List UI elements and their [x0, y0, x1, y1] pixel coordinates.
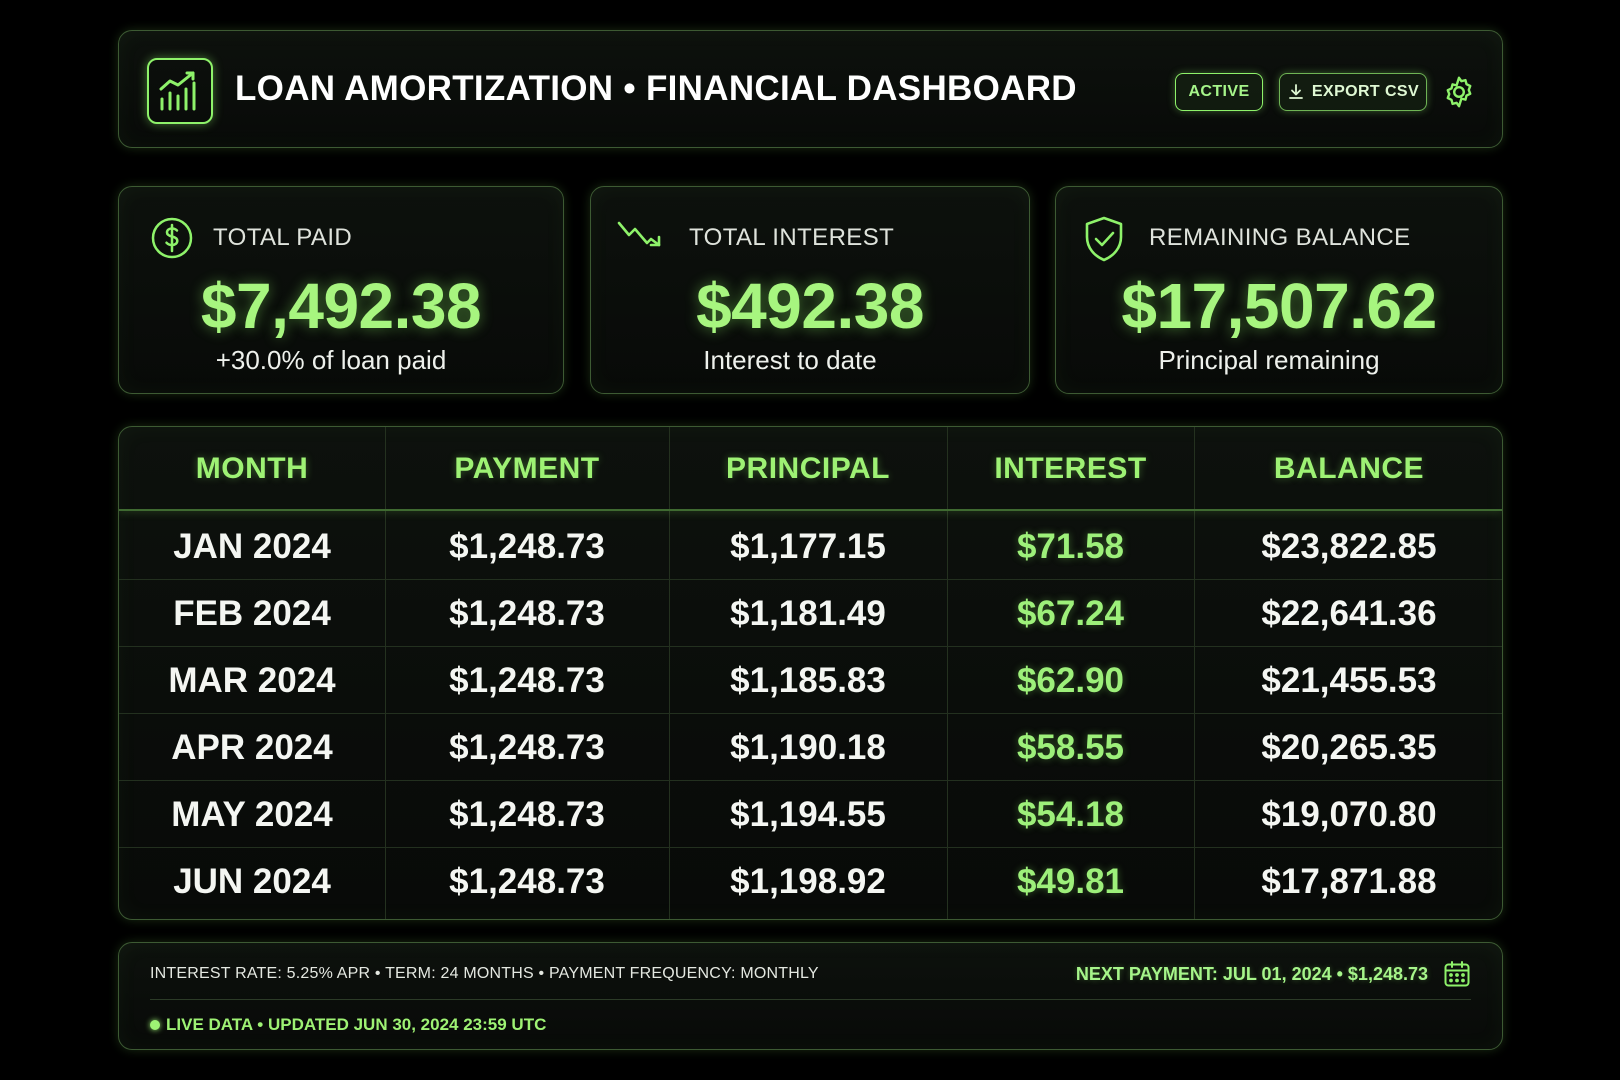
live-data-status: LIVE DATA • UPDATED JUN 30, 2024 23:59 U… [150, 1015, 546, 1035]
cell-principal: $1,185.83 [730, 661, 886, 700]
calendar-icon[interactable] [1442, 959, 1472, 989]
cell-month: APR 2024 [171, 728, 333, 767]
remaining-balance-sub: Principal remaining [1158, 345, 1380, 375]
cell-month: MAY 2024 [171, 795, 333, 834]
cell-payment: $1,248.73 [449, 661, 605, 700]
status-badge: ACTIVE [1175, 73, 1263, 111]
table-header: MONTH PAYMENT PRINCIPAL INTEREST BALANCE [119, 427, 1502, 511]
total-interest-label: TOTAL INTEREST [689, 224, 895, 251]
column-header-payment[interactable]: PAYMENT [385, 427, 669, 511]
table-row[interactable]: JAN 2024 $1,248.73 $1,177.15 $71.58 $23,… [119, 513, 1502, 580]
gear-icon[interactable] [1441, 74, 1477, 110]
cell-interest: $54.18 [1016, 795, 1125, 834]
shield-check-icon [1082, 215, 1128, 262]
column-header-balance[interactable]: BALANCE [1194, 427, 1502, 511]
next-payment-text: NEXT PAYMENT: JUL 01, 2024 • $1,248.73 [1075, 964, 1428, 984]
cell-month: MAR 2024 [168, 661, 336, 700]
download-icon [1289, 84, 1303, 99]
chart-growth-icon [147, 58, 213, 124]
cell-month: JAN 2024 [173, 527, 331, 566]
cell-payment: $1,248.73 [449, 862, 605, 901]
status-badge-label: ACTIVE [1188, 83, 1250, 100]
footer-bar: INTEREST RATE: 5.25% APR • TERM: 24 MONT… [118, 942, 1503, 1050]
cell-balance: $20,265.35 [1261, 728, 1437, 767]
column-header-interest[interactable]: INTEREST [947, 427, 1194, 511]
cell-payment: $1,248.73 [449, 527, 605, 566]
total-interest-sub: Interest to date [703, 345, 877, 375]
cell-principal: $1,194.55 [730, 795, 886, 834]
trend-down-icon [617, 215, 663, 261]
cell-balance: $19,070.80 [1261, 795, 1437, 834]
cell-balance: $17,871.88 [1261, 862, 1437, 901]
cell-principal: $1,190.18 [730, 728, 886, 767]
table-row[interactable]: APR 2024 $1,248.73 $1,190.18 $58.55 $20,… [119, 714, 1502, 781]
total-paid-card: TOTAL PAID $7,492.38 +30.0% of loan paid [118, 186, 564, 394]
cell-interest: $67.24 [1016, 594, 1125, 633]
cell-interest: $49.81 [1016, 862, 1125, 901]
export-csv-label: EXPORT CSV [1311, 83, 1420, 100]
cell-payment: $1,248.73 [449, 594, 605, 633]
column-header-principal[interactable]: PRINCIPAL [669, 427, 947, 511]
cell-payment: $1,248.73 [449, 728, 605, 767]
cell-balance: $21,455.53 [1261, 661, 1437, 700]
cell-interest: $62.90 [1016, 661, 1125, 700]
table-row[interactable]: JUN 2024 $1,248.73 $1,198.92 $49.81 $17,… [119, 848, 1502, 915]
cell-month: FEB 2024 [173, 594, 331, 633]
total-interest-value: $492.38 [696, 270, 924, 342]
cell-principal: $1,181.49 [730, 594, 886, 633]
header-bar: LOAN AMORTIZATION • FINANCIAL DASHBOARD … [118, 30, 1503, 148]
cell-principal: $1,177.15 [730, 527, 886, 566]
live-dot-icon [150, 1020, 160, 1030]
remaining-balance-value: $17,507.62 [1121, 270, 1437, 342]
cell-balance: $23,822.85 [1261, 527, 1437, 566]
cell-payment: $1,248.73 [449, 795, 605, 834]
total-paid-label: TOTAL PAID [213, 224, 353, 251]
total-paid-value: $7,492.38 [200, 270, 482, 342]
export-csv-button[interactable]: EXPORT CSV [1279, 73, 1427, 111]
cell-month: JUN 2024 [173, 862, 331, 901]
table-row[interactable]: MAR 2024 $1,248.73 $1,185.83 $62.90 $21,… [119, 647, 1502, 714]
table-row[interactable]: FEB 2024 $1,248.73 $1,181.49 $67.24 $22,… [119, 580, 1502, 647]
amortization-table: MONTH PAYMENT PRINCIPAL INTEREST BALANCE… [118, 426, 1503, 920]
remaining-balance-label: REMAINING BALANCE [1149, 224, 1411, 251]
table-row[interactable]: MAY 2024 $1,248.73 $1,194.55 $54.18 $19,… [119, 781, 1502, 848]
cell-interest: $71.58 [1016, 527, 1125, 566]
dollar-circle-icon [149, 215, 195, 261]
remaining-balance-card: REMAINING BALANCE $17,507.62 Principal r… [1055, 186, 1503, 394]
loan-terms-text: INTEREST RATE: 5.25% APR • TERM: 24 MONT… [150, 965, 819, 982]
app-title: LOAN AMORTIZATION • FINANCIAL DASHBOARD [235, 69, 1077, 108]
total-paid-sub: +30.0% of loan paid [215, 345, 447, 375]
live-data-text: LIVE DATA • UPDATED JUN 30, 2024 23:59 U… [166, 1015, 547, 1034]
cell-balance: $22,641.36 [1261, 594, 1437, 633]
column-header-month[interactable]: MONTH [119, 427, 385, 511]
total-interest-card: TOTAL INTEREST $492.38 Interest to date [590, 186, 1030, 394]
cell-interest: $58.55 [1016, 728, 1125, 767]
cell-principal: $1,198.92 [730, 862, 886, 901]
footer-divider [150, 999, 1471, 1000]
